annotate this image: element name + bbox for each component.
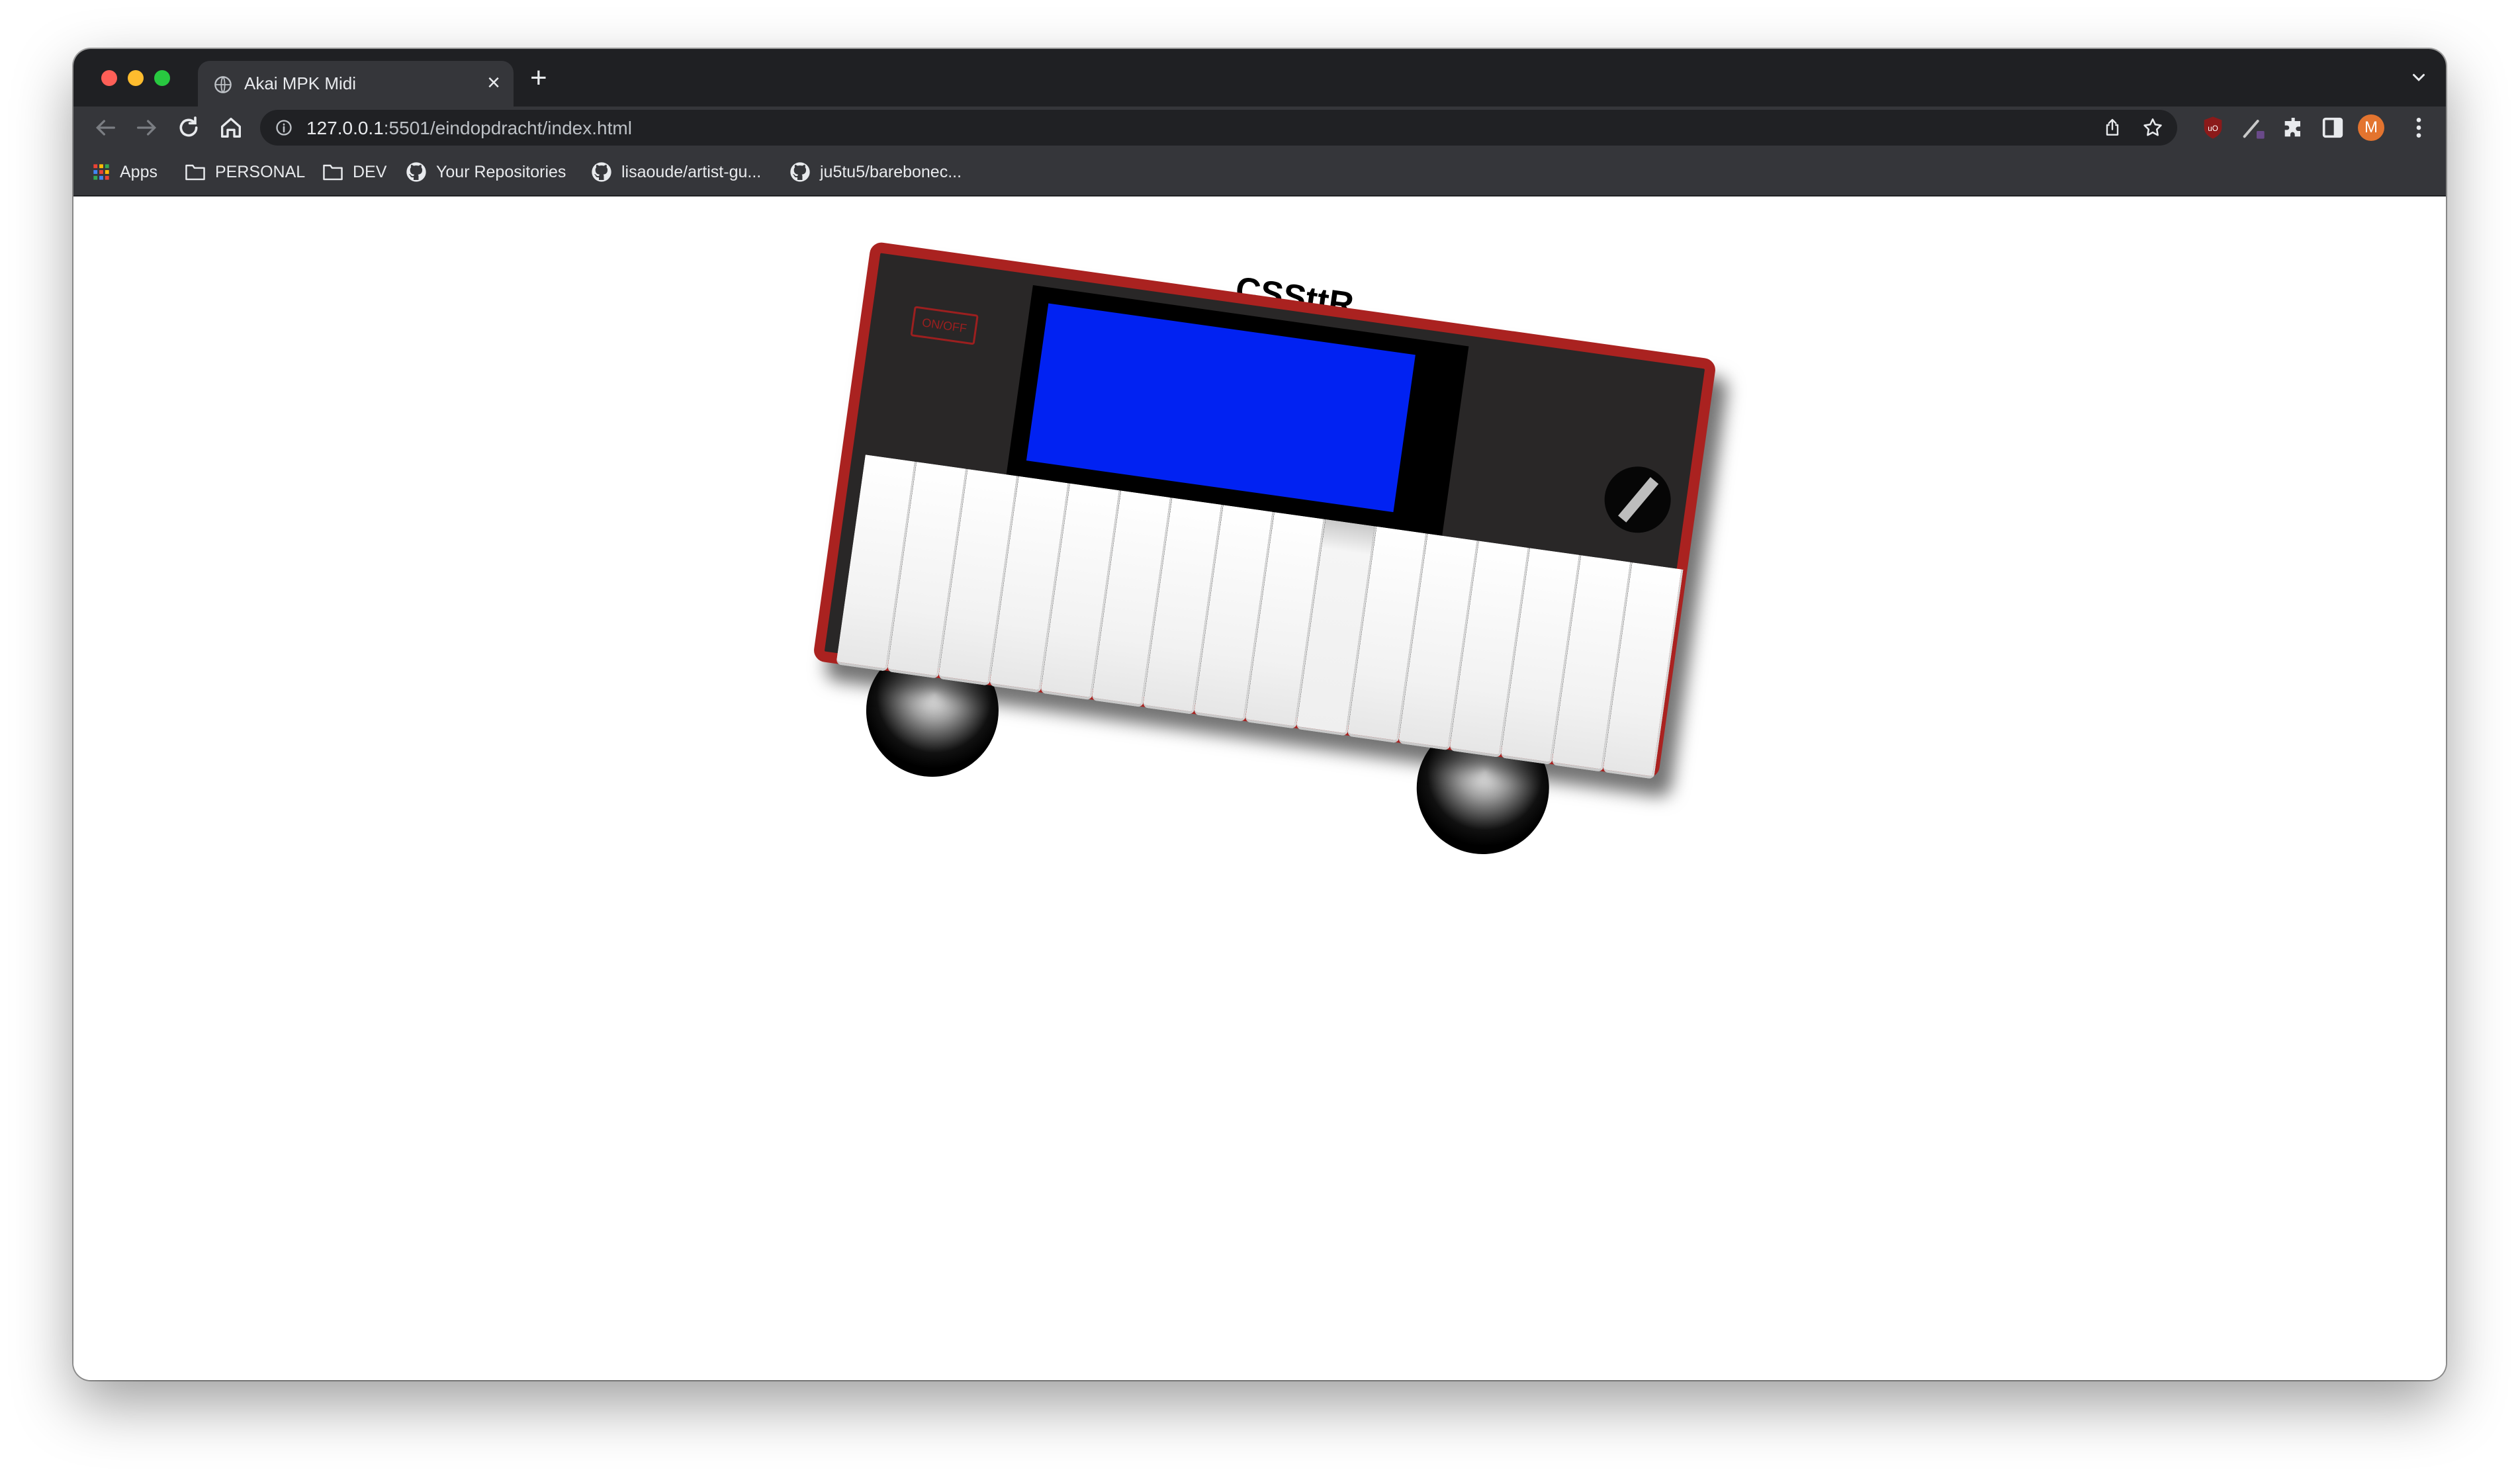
tab-title: Akai MPK Midi (244, 73, 357, 93)
window-minimize-button[interactable] (128, 70, 144, 86)
page-content: CSSttR ON/OFF (73, 196, 2446, 1380)
github-icon (592, 162, 611, 182)
color-picker-extension-icon[interactable] (2240, 114, 2267, 141)
browser-toolbar: 127.0.0.1:5501/eindopdracht/index.html u… (73, 107, 2446, 149)
bookmark-label: lisaoude/artist-gu... (621, 162, 762, 181)
bookmark-label: DEV (353, 162, 387, 181)
info-icon[interactable] (275, 118, 293, 137)
url-text: 127.0.0.1:5501/eindopdracht/index.html (306, 118, 632, 139)
bookmarks-bar: Apps PERSONAL DEV Your Repositories lisa… (73, 149, 2446, 196)
url-host: 127.0.0.1 (306, 118, 384, 138)
puzzle-extensions-icon[interactable] (2280, 114, 2307, 141)
tab-akai-mpk-midi[interactable]: Akai MPK Midi × (198, 61, 514, 107)
back-arrow-icon[interactable] (92, 114, 118, 141)
globe-icon (214, 76, 232, 93)
folder-icon (185, 164, 205, 181)
bookmark-apps[interactable]: Apps (92, 160, 158, 184)
new-tab-button[interactable]: + (530, 64, 547, 93)
svg-text:uO: uO (2208, 124, 2218, 133)
bookmark-label: Your Repositories (436, 162, 566, 181)
bookmark-folder-personal[interactable]: PERSONAL (185, 160, 305, 184)
forward-arrow-icon[interactable] (134, 114, 160, 141)
bookmark-label: Apps (120, 162, 158, 181)
share-icon[interactable] (2102, 117, 2123, 138)
bookmark-star-icon[interactable] (2141, 116, 2164, 139)
tab-close-icon[interactable]: × (487, 71, 500, 94)
bookmark-your-repositories[interactable]: Your Repositories (406, 160, 566, 184)
home-icon[interactable] (218, 114, 244, 141)
address-bar[interactable]: 127.0.0.1:5501/eindopdracht/index.html (260, 110, 2177, 146)
window-maximize-button[interactable] (154, 70, 170, 86)
url-path: :5501/eindopdracht/index.html (383, 118, 632, 138)
github-icon (790, 162, 810, 182)
github-icon (406, 162, 426, 182)
browser-window: Akai MPK Midi × + 127.0.0.1:5501/eindopd… (73, 49, 2446, 1380)
tab-strip: Akai MPK Midi × + (73, 49, 2446, 107)
more-menu-icon[interactable] (2406, 114, 2432, 141)
reload-icon[interactable] (175, 114, 202, 141)
knob-indicator (1618, 477, 1659, 523)
synthesizer: CSSttR ON/OFF (812, 241, 1717, 863)
bookmark-folder-dev[interactable]: DEV (322, 160, 386, 184)
power-button[interactable]: ON/OFF (910, 306, 979, 345)
bookmark-lisaoude-artist[interactable]: lisaoude/artist-gu... (591, 160, 761, 184)
folder-icon (323, 164, 343, 181)
chevron-down-icon[interactable] (2409, 67, 2429, 87)
bookmark-label: PERSONAL (215, 162, 306, 181)
ublock-icon[interactable]: uO (2200, 114, 2226, 141)
apps-grid-icon (93, 164, 109, 180)
window-close-button[interactable] (101, 70, 117, 86)
bookmark-label: ju5tu5/barebonec... (820, 162, 962, 181)
side-panel-icon[interactable] (2319, 114, 2346, 141)
volume-knob[interactable] (1600, 462, 1676, 537)
bookmark-ju5tu5-barebone[interactable]: ju5tu5/barebonec... (789, 160, 962, 184)
profile-avatar[interactable]: M (2358, 114, 2384, 141)
